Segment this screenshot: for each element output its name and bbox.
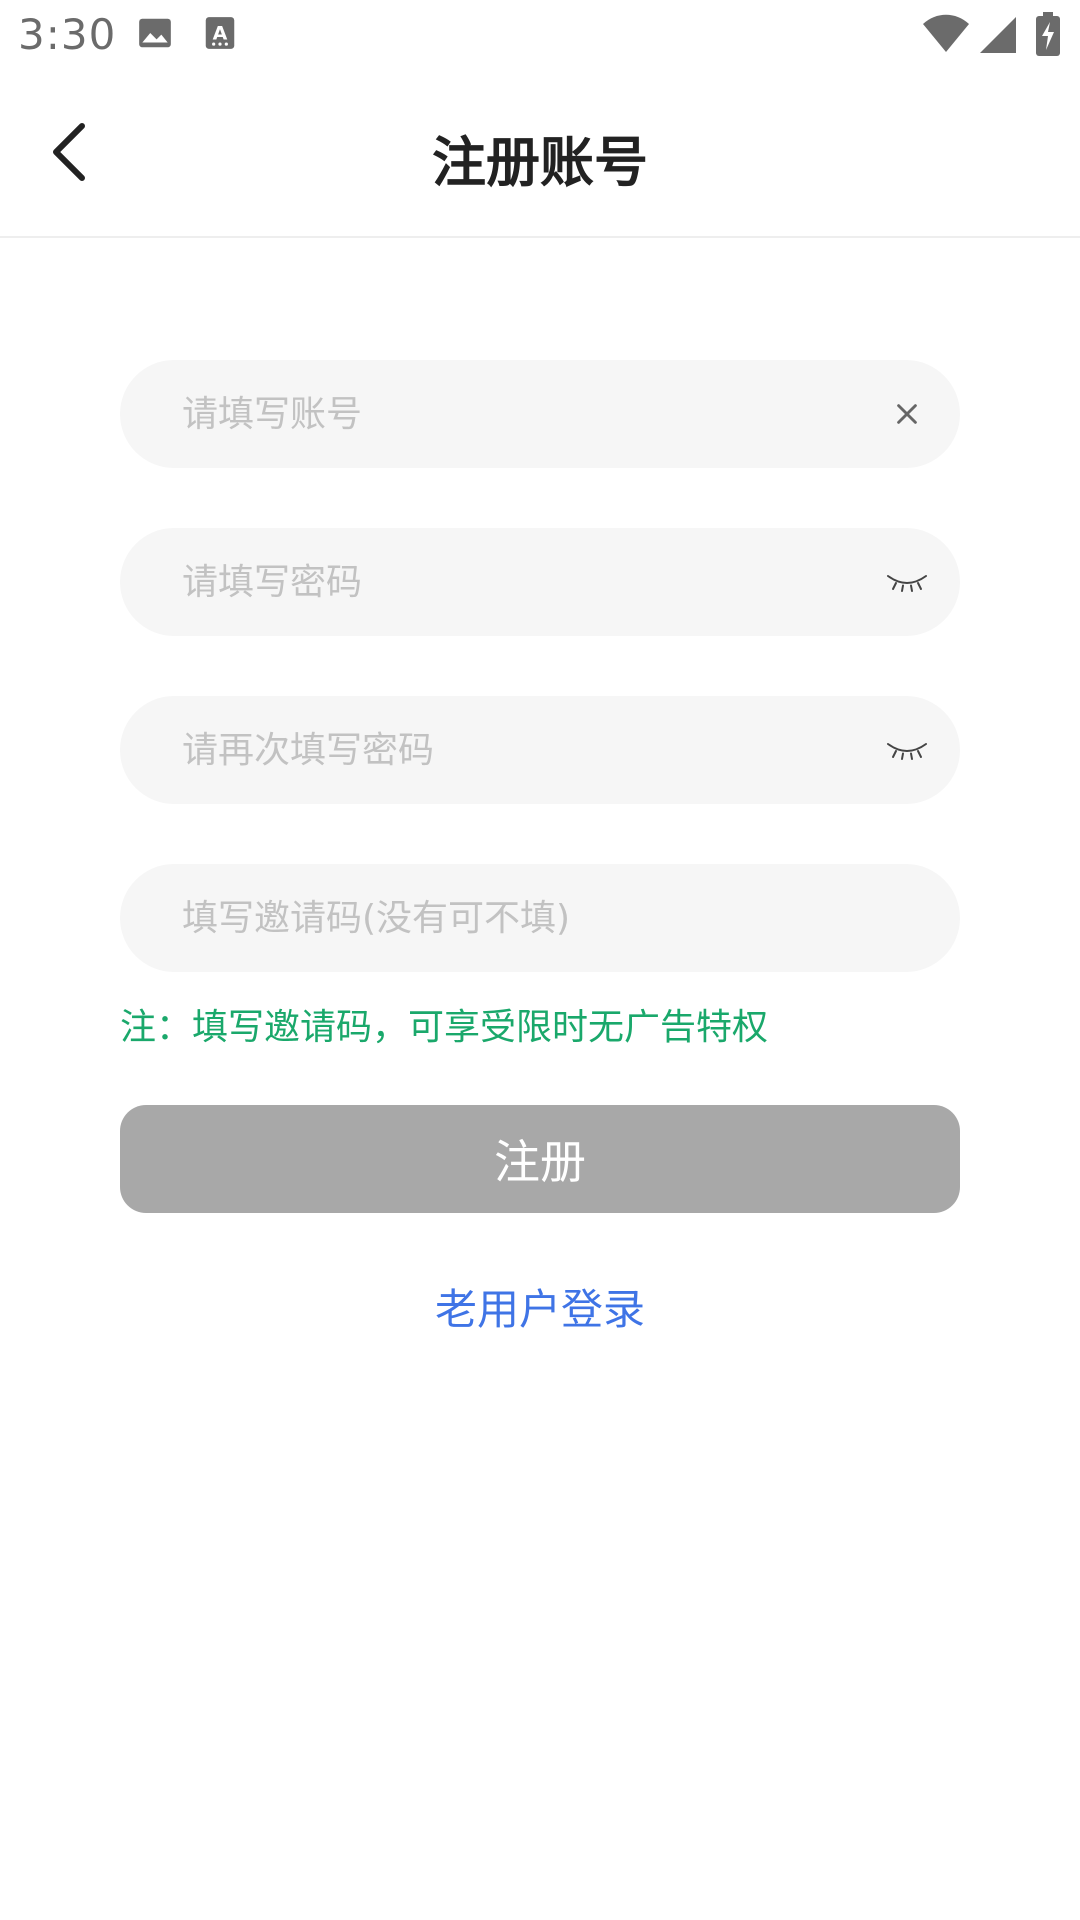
status-time: 3:30 [18,10,117,59]
password-field[interactable] [120,528,960,636]
wifi-icon [922,14,970,58]
account-field[interactable] [120,360,960,468]
password-input[interactable] [182,528,862,636]
existing-user-login-link[interactable]: 老用户登录 [0,1276,1080,1337]
signal-icon [980,16,1016,58]
svg-text:A: A [213,22,228,44]
header: 注册账号 [0,72,1080,238]
status-bar: 3:30 A [0,0,1080,72]
battery-charging-icon [1036,12,1060,60]
eye-closed-icon[interactable] [880,724,934,776]
text-badge-icon: A [204,14,236,56]
page-title: 注册账号 [432,131,648,194]
invite-code-field[interactable] [120,864,960,972]
image-icon [136,14,174,56]
confirm-password-input[interactable] [182,696,862,804]
invite-note: 注：填写邀请码，可享受限时无广告特权 [120,1007,769,1048]
account-input[interactable] [182,360,862,468]
eye-closed-icon[interactable] [880,556,934,608]
clear-icon[interactable] [880,388,934,440]
confirm-password-field[interactable] [120,696,960,804]
register-button[interactable]: 注册 [120,1105,960,1213]
invite-code-input[interactable] [182,864,862,972]
